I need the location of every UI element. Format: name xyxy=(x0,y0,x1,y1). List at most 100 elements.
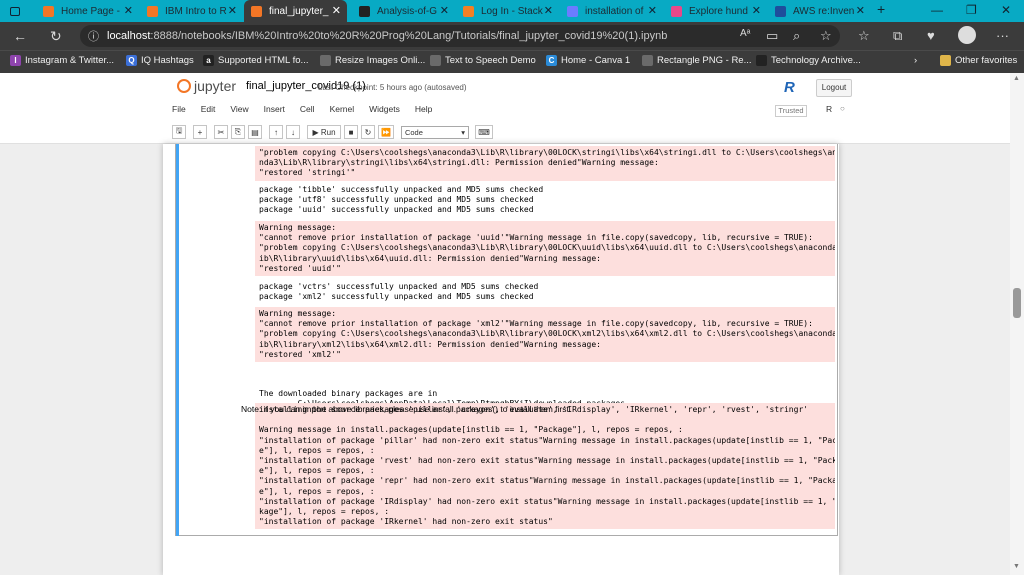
tab-close-icon[interactable]: ✕ xyxy=(752,4,761,17)
interrupt-button[interactable]: ■ xyxy=(344,125,358,139)
checkpoint-status: Last Checkpoint: 5 hours ago (autosaved) xyxy=(318,83,467,92)
copy-button[interactable]: ⎘ xyxy=(231,125,245,139)
cell-type-select[interactable]: Code ▾ xyxy=(400,125,469,139)
stdout-output: package 'vctrs' successfully unpacked an… xyxy=(259,282,539,302)
tab-title: final_jupyter_ xyxy=(269,5,329,17)
menu-item[interactable]: Help xyxy=(415,104,432,114)
logout-button[interactable]: Logout xyxy=(816,79,852,97)
favorite-item[interactable]: Text to Speech Demo xyxy=(430,55,536,66)
folder-icon xyxy=(940,55,951,66)
favorite-star-icon[interactable]: ☆ xyxy=(820,28,832,44)
menu-item[interactable]: Cell xyxy=(300,104,315,114)
restart-run-all-button[interactable]: ⏩ xyxy=(378,125,394,139)
site-info-icon[interactable]: ⓘ xyxy=(88,28,99,44)
new-tab-button[interactable]: + xyxy=(877,1,885,17)
paste-button[interactable]: ▤ xyxy=(248,125,262,139)
browser-tab[interactable]: AWS re:Inven ✕ xyxy=(768,0,871,22)
tab-title: Log In - Stack xyxy=(481,5,543,17)
menu-item[interactable]: Insert xyxy=(264,104,285,114)
stderr-output: "problem copying C:\Users\coolshegs\anac… xyxy=(255,146,835,181)
browser-tab[interactable]: IBM Intro to R ✕ xyxy=(140,0,243,22)
favorite-label: Supported HTML fo... xyxy=(218,55,309,66)
menu-item[interactable]: Widgets xyxy=(369,104,400,114)
command-palette-button[interactable]: ⌨ xyxy=(474,125,493,139)
browser-tab[interactable]: Explore hund ✕ xyxy=(664,0,767,22)
menu-item[interactable]: Kernel xyxy=(330,104,355,114)
url-bar[interactable]: ⓘ localhost:8888/notebooks/IBM%20Intro%2… xyxy=(80,25,840,47)
restore-button[interactable]: ❐ xyxy=(966,3,977,17)
address-toolbar: ← ↻ ⓘ localhost:8888/notebooks/IBM%20Int… xyxy=(0,22,1024,50)
browser-tab[interactable]: Analysis-of-G ✕ xyxy=(352,0,455,22)
favorite-item[interactable]: Rectangle PNG - Re... xyxy=(642,55,752,66)
browser-tab[interactable]: Home Page - ✕ xyxy=(36,0,139,22)
collections-icon[interactable]: ⧉ xyxy=(893,28,902,44)
favorite-item[interactable]: Q IQ Hashtags xyxy=(126,55,194,66)
favorite-label: Resize Images Onli... xyxy=(335,55,426,66)
close-window-button[interactable]: ✕ xyxy=(1001,3,1011,17)
other-favorites[interactable]: Other favorites xyxy=(940,55,1017,66)
scroll-up-icon[interactable]: ▲ xyxy=(1013,75,1020,82)
browser-tab[interactable]: installation of ✕ xyxy=(560,0,663,22)
reload-button[interactable]: ↻ xyxy=(50,28,62,45)
scrollbar-thumb[interactable] xyxy=(1013,288,1021,318)
favorite-item[interactable]: Technology Archive... xyxy=(756,55,861,66)
kernel-name[interactable]: R xyxy=(826,104,832,114)
restart-button[interactable]: ↻ xyxy=(361,125,375,139)
immersive-reader-icon[interactable]: ▭ xyxy=(766,28,778,44)
url-path: :8888/notebooks/IBM%20Intro%20to%20R%20P… xyxy=(150,30,668,42)
menu-item[interactable]: Edit xyxy=(201,104,216,114)
favorite-item[interactable]: Resize Images Onli... xyxy=(320,55,425,66)
tab-title: IBM Intro to R xyxy=(165,5,227,17)
profile-avatar[interactable] xyxy=(958,26,976,44)
favorites-icon[interactable]: ☆ xyxy=(858,28,870,44)
menu-item[interactable]: View xyxy=(230,104,248,114)
cut-button[interactable]: ✂ xyxy=(214,125,228,139)
read-aloud-icon[interactable]: Aᵃ xyxy=(740,28,750,39)
stdout-output: package 'tibble' successfully unpacked a… xyxy=(259,185,544,215)
tab-favicon-icon xyxy=(775,5,786,17)
kernel-indicator-icon: ○ xyxy=(840,104,845,113)
tab-favicon-icon xyxy=(251,5,262,17)
favorites-bar: I Instagram & Twitter... Q IQ Hashtags a Supp… xyxy=(0,50,1024,73)
tab-favicon-icon xyxy=(359,5,370,17)
zoom-icon[interactable]: ⌕ xyxy=(793,28,800,44)
run-button[interactable]: ▶ Run xyxy=(307,125,341,139)
health-icon[interactable]: ♥ xyxy=(927,28,935,43)
trusted-badge[interactable]: Trusted xyxy=(775,105,807,117)
favorite-icon xyxy=(642,55,653,66)
tab-title: Explore hund xyxy=(689,5,748,17)
move-down-button[interactable]: ↓ xyxy=(286,125,300,139)
tab-close-icon[interactable]: ✕ xyxy=(228,4,237,17)
more-menu-icon[interactable]: ··· xyxy=(996,28,1009,43)
move-up-button[interactable]: ↑ xyxy=(269,125,283,139)
minimize-button[interactable]: — xyxy=(931,3,943,17)
browser-tab[interactable]: Log In - Stack ✕ xyxy=(456,0,559,22)
browser-tab[interactable]: final_jupyter_ ✕ xyxy=(244,0,347,22)
tab-close-icon[interactable]: ✕ xyxy=(648,4,657,17)
back-button[interactable]: ← xyxy=(13,28,27,44)
markdown-note: Note: if you can import above libraries,… xyxy=(241,404,572,414)
favorite-label: IQ Hashtags xyxy=(141,55,194,66)
jupyter-logo[interactable]: jupyter xyxy=(177,78,236,94)
favorite-item[interactable]: I Instagram & Twitter... xyxy=(10,55,114,66)
favorite-item[interactable]: a Supported HTML fo... xyxy=(203,55,308,66)
browser-tab-strip: Home Page - ✕ IBM Intro to R ✕ final_jupyter… xyxy=(0,0,1024,22)
other-favorites-label: Other favorites xyxy=(955,55,1018,66)
tab-close-icon[interactable]: ✕ xyxy=(124,4,133,17)
insert-cell-button[interactable]: + xyxy=(193,125,207,139)
save-button[interactable]: 🖫 xyxy=(172,125,186,139)
tab-favicon-icon xyxy=(567,5,578,17)
scroll-down-icon[interactable]: ▼ xyxy=(1013,563,1020,570)
favorites-overflow-chevron[interactable]: › xyxy=(914,55,917,66)
favorite-item[interactable]: C Home - Canva 1 xyxy=(546,55,630,66)
menu-item[interactable]: File xyxy=(172,104,186,114)
workspaces-button[interactable] xyxy=(0,0,32,22)
tab-close-icon[interactable]: ✕ xyxy=(332,4,341,17)
tab-close-icon[interactable]: ✕ xyxy=(440,4,449,17)
page-scrollbar[interactable]: ▲ ▼ xyxy=(1010,73,1024,575)
tab-close-icon[interactable]: ✕ xyxy=(856,4,865,17)
favorite-icon xyxy=(430,55,441,66)
tab-close-icon[interactable]: ✕ xyxy=(544,4,553,17)
workspaces-icon xyxy=(10,6,20,16)
jupyter-logo-text: jupyter xyxy=(194,78,237,94)
